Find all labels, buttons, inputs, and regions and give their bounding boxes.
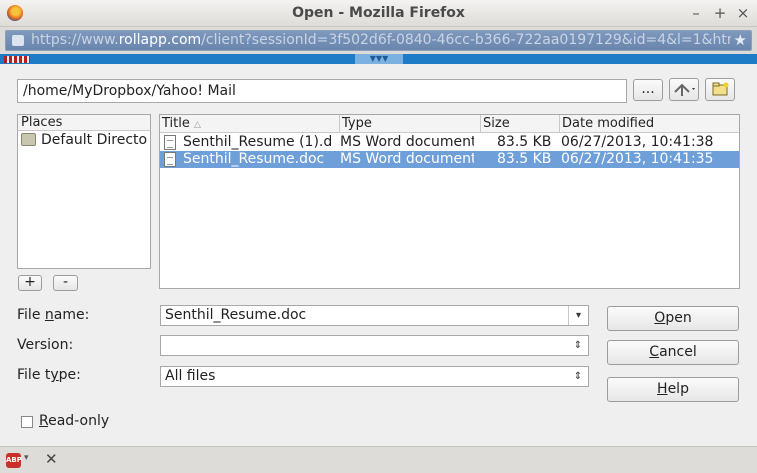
up-arrow-icon: [674, 83, 695, 96]
updown-arrows-icon: ⇕: [573, 340, 583, 351]
file-type-label: File type:: [17, 367, 81, 383]
remove-place-button[interactable]: -: [53, 275, 78, 291]
sort-arrow-icon: △: [194, 120, 201, 130]
file-type: MS Word document: [340, 134, 474, 150]
url-text[interactable]: https://www.rollapp.com/client?sessionId…: [31, 32, 731, 48]
cancel-button[interactable]: Cancel: [607, 340, 739, 365]
new-folder-button[interactable]: [705, 78, 735, 101]
site-identity-icon[interactable]: [12, 35, 24, 46]
up-folder-button[interactable]: [669, 78, 699, 101]
file-row-selected[interactable]: Senthil_Resume.doc MS Word document 83.5…: [160, 151, 739, 168]
file-size: 83.5 KB: [497, 134, 552, 150]
column-header-date[interactable]: Date modified: [560, 115, 739, 133]
file-date: 06/27/2013, 10:41:38: [561, 134, 714, 150]
file-name-field[interactable]: Senthil_Resume.doc ▾: [160, 305, 589, 326]
bookmark-star-icon[interactable]: ★: [734, 31, 747, 49]
read-only-checkbox[interactable]: [21, 416, 33, 428]
column-header-title[interactable]: Title △: [160, 115, 340, 133]
title-bar: Open - Mozilla Firefox – + ×: [0, 0, 757, 27]
document-icon: [164, 152, 176, 167]
version-label: Version:: [17, 337, 74, 353]
version-select[interactable]: ⇕: [160, 335, 589, 356]
toolbar-handle[interactable]: ▼▼▼: [355, 54, 403, 64]
url-bar-container: https://www.rollapp.com/client?sessionId…: [0, 27, 757, 54]
rollapp-toolbar-strip: ▼▼▼: [0, 54, 757, 64]
bottom-addon-bar: ABP ▾ ✕: [0, 446, 757, 473]
file-name-label: File name:: [17, 307, 90, 323]
place-item-default-directory[interactable]: Default Directo: [18, 131, 150, 149]
file-type-select[interactable]: All files ⇕: [160, 366, 589, 387]
url-bar[interactable]: https://www.rollapp.com/client?sessionId…: [5, 30, 752, 51]
column-header-size[interactable]: Size: [481, 115, 560, 133]
open-file-dialog: /home/MyDropbox/Yahoo! Mail ... Places D…: [0, 64, 757, 446]
places-header: Places: [18, 115, 150, 131]
file-title: Senthil_Resume.doc: [183, 151, 325, 167]
browse-button[interactable]: ...: [633, 79, 663, 101]
read-only-label[interactable]: Read-only: [39, 413, 109, 429]
file-size: 83.5 KB: [497, 151, 552, 167]
maximize-button[interactable]: +: [712, 4, 728, 22]
window-title: Open - Mozilla Firefox: [292, 5, 465, 21]
folder-icon: [21, 133, 36, 146]
location-path-field[interactable]: /home/MyDropbox/Yahoo! Mail: [17, 79, 627, 103]
chevron-down-icon[interactable]: ▾: [24, 453, 29, 463]
file-name-value: Senthil_Resume.doc: [165, 307, 307, 323]
document-icon: [164, 135, 176, 150]
file-title: Senthil_Resume (1).doc: [183, 134, 333, 150]
updown-arrows-icon: ⇕: [573, 371, 583, 382]
file-row[interactable]: Senthil_Resume (1).doc MS Word document …: [160, 134, 739, 151]
minimize-button[interactable]: –: [688, 4, 704, 22]
open-button[interactable]: Open: [607, 306, 739, 331]
places-panel: Places Default Directo: [17, 114, 151, 269]
help-button[interactable]: Help: [607, 377, 739, 402]
file-list-header: Title △ Type Size Date modified: [160, 115, 739, 133]
place-item-label: Default Directo: [41, 132, 148, 148]
rollapp-logo-icon: [4, 56, 30, 63]
close-addon-bar-icon[interactable]: ✕: [45, 450, 58, 468]
file-type-value: All files: [165, 368, 216, 384]
new-folder-icon: [712, 82, 729, 96]
close-button[interactable]: ×: [735, 4, 751, 22]
add-place-button[interactable]: +: [18, 275, 42, 291]
file-date: 06/27/2013, 10:41:35: [561, 151, 714, 167]
adblock-plus-icon[interactable]: ABP: [6, 453, 22, 468]
file-type: MS Word document: [340, 151, 474, 167]
file-list: Title △ Type Size Date modified Senthil_…: [159, 114, 740, 289]
chevron-down-icon[interactable]: ▾: [568, 306, 588, 325]
column-header-type[interactable]: Type: [340, 115, 481, 133]
